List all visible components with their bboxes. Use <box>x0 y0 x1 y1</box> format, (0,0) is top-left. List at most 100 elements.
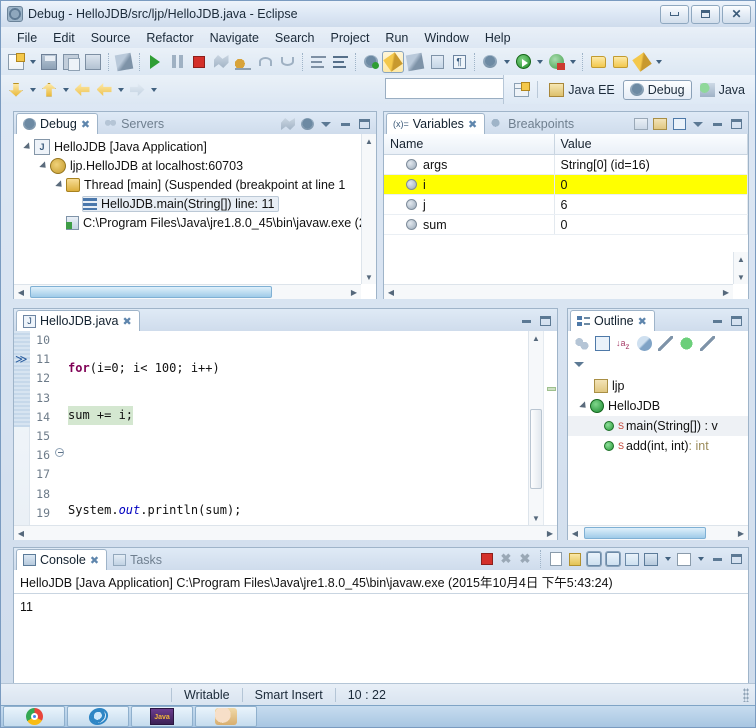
tab-servers[interactable]: Servers <box>98 113 171 134</box>
show-console-on-output-icon[interactable] <box>586 551 602 567</box>
table-row[interactable]: args String[0] (id=16) <box>384 154 748 175</box>
debug-last-launched-icon[interactable] <box>360 51 382 73</box>
menu-file[interactable]: File <box>9 29 45 47</box>
maximize-icon[interactable] <box>537 313 553 329</box>
tree-row-process[interactable]: C:\Program Files\Java\jre1.8.0_45\bin\ja… <box>14 213 376 232</box>
run-dropdown-arrow[interactable] <box>534 51 545 73</box>
scroll-down-arrow[interactable]: ▼ <box>734 270 748 284</box>
terminate-icon[interactable] <box>479 551 495 567</box>
debug-view-extra-icon[interactable] <box>299 116 315 132</box>
editor-marker-ruler[interactable]: ≫ <box>14 331 30 525</box>
previous-annotation-icon[interactable] <box>38 79 60 101</box>
sort-alpha-icon[interactable]: ↓az <box>616 336 631 351</box>
variable-value-cell[interactable]: 0 <box>554 174 748 195</box>
editor-content[interactable]: ≫ 10 11 12 13 14 15 16 17 18 19 20 21 22 <box>14 331 557 539</box>
remove-all-launches-icon[interactable]: ✖ <box>517 551 533 567</box>
tree-row-debug-target[interactable]: ljp.HelloJDB at localhost:60703 <box>14 156 376 175</box>
expand-arrow-icon[interactable] <box>574 402 590 410</box>
open-book-icon[interactable] <box>426 51 448 73</box>
tab-debug[interactable]: Debug ✖ <box>16 113 99 134</box>
tab-variables-close-icon[interactable]: ✖ <box>468 118 477 131</box>
editor-hscrollbar[interactable]: ◀ ▶ <box>14 525 557 540</box>
run-as-icon[interactable] <box>545 51 567 73</box>
column-header-name[interactable]: Name <box>384 134 555 155</box>
tree-row-launch[interactable]: HelloJDB [Java Application] <box>14 137 376 156</box>
outline-hscrollbar[interactable]: ◀ ▶ <box>568 525 748 540</box>
close-button[interactable]: ✕ <box>722 4 751 24</box>
minimize-icon[interactable] <box>709 551 725 567</box>
overview-marker[interactable] <box>547 387 556 391</box>
scroll-up-arrow[interactable]: ▲ <box>529 331 543 345</box>
next-annotation-dropdown-arrow[interactable] <box>27 79 38 101</box>
scroll-left-arrow[interactable]: ◀ <box>384 285 398 299</box>
variables-vscrollbar[interactable]: ▲ ▼ <box>733 252 748 284</box>
step-into-icon[interactable] <box>232 51 254 73</box>
table-row[interactable]: j 6 <box>384 194 748 215</box>
menu-refactor[interactable]: Refactor <box>138 29 201 47</box>
menu-run[interactable]: Run <box>377 29 416 47</box>
quick-access-input[interactable] <box>385 78 505 99</box>
menu-search[interactable]: Search <box>267 29 323 47</box>
display-selected-console-arrow[interactable] <box>662 551 673 567</box>
tab-breakpoints[interactable]: Breakpoints <box>485 113 581 134</box>
tab-outline[interactable]: Outline ✖ <box>570 310 655 331</box>
taskbar-item-internet-explorer[interactable] <box>67 706 129 727</box>
perspective-java[interactable]: Java <box>694 81 751 99</box>
step-over-icon[interactable] <box>254 51 276 73</box>
back-icon[interactable] <box>93 79 115 101</box>
view-menu-icon[interactable] <box>574 362 584 367</box>
collapse-all-icon[interactable] <box>595 336 610 351</box>
last-edit-location-icon[interactable] <box>71 79 93 101</box>
fold-collapse-icon[interactable] <box>55 448 64 457</box>
scroll-right-arrow[interactable]: ▶ <box>734 526 748 540</box>
maximize-icon[interactable] <box>728 551 744 567</box>
hide-fields-icon[interactable] <box>637 336 652 351</box>
tab-hellojdb-java[interactable]: J HelloJDB.java ✖ <box>16 310 140 331</box>
menu-source[interactable]: Source <box>83 29 139 47</box>
menu-window[interactable]: Window <box>416 29 476 47</box>
expand-arrow-icon[interactable] <box>34 162 50 170</box>
tree-row-stack-frame[interactable]: HelloJDB.main(String[]) line: 11 <box>14 194 376 213</box>
taskbar-item-media-player[interactable] <box>195 706 257 727</box>
maximize-icon[interactable] <box>728 313 744 329</box>
taskbar-item-java-ee[interactable]: Java EE <box>131 706 193 727</box>
debug-tree-vscrollbar[interactable]: ▲ ▼ <box>361 134 376 284</box>
debug-tree-hscrollbar[interactable]: ◀ ▶ <box>14 284 361 299</box>
perspective-debug[interactable]: Debug <box>622 79 692 100</box>
sort-members-icon[interactable] <box>574 336 589 351</box>
hscroll-thumb[interactable] <box>30 286 272 298</box>
display-selected-console-icon[interactable] <box>643 551 659 567</box>
outline-item-class[interactable]: HelloJDB <box>568 396 748 416</box>
tab-variables[interactable]: (x)= Variables ✖ <box>386 113 486 134</box>
forward-dropdown-arrow[interactable] <box>148 79 159 101</box>
variable-value-cell[interactable]: String[0] (id=16) <box>554 154 748 175</box>
disconnect-icon[interactable] <box>210 51 232 73</box>
editor-vscrollbar[interactable]: ▲ ▼ <box>528 331 543 525</box>
scroll-right-arrow[interactable]: ▶ <box>543 526 557 540</box>
column-header-value[interactable]: Value <box>554 134 748 155</box>
show-lines-icon[interactable] <box>307 51 329 73</box>
maximize-button[interactable] <box>691 4 720 24</box>
hide-local-icon[interactable] <box>700 336 715 351</box>
show-logical-structure-icon[interactable] <box>633 116 649 132</box>
print-icon[interactable] <box>82 51 104 73</box>
scroll-left-arrow[interactable]: ◀ <box>14 526 28 540</box>
save-all-icon[interactable] <box>60 51 82 73</box>
menu-edit[interactable]: Edit <box>45 29 83 47</box>
tab-outline-close-icon[interactable]: ✖ <box>638 315 647 328</box>
clear-console-icon[interactable] <box>548 551 564 567</box>
scroll-left-arrow[interactable]: ◀ <box>568 526 582 540</box>
console-body[interactable]: HelloJDB [Java Application] C:\Program F… <box>14 570 748 687</box>
tab-tasks[interactable]: Tasks <box>107 549 169 570</box>
scroll-down-arrow[interactable]: ▼ <box>362 270 376 284</box>
tab-console-close-icon[interactable]: ✖ <box>90 554 99 567</box>
scroll-up-arrow[interactable]: ▲ <box>734 252 748 266</box>
run-as-dropdown-arrow[interactable] <box>567 51 578 73</box>
toggle-mark-occurrences-icon[interactable] <box>113 51 135 73</box>
expand-all-icon[interactable] <box>652 116 668 132</box>
outline-item-main-method[interactable]: S main(String[]) : v <box>568 416 748 436</box>
remove-launch-icon[interactable]: ✖ <box>498 551 514 567</box>
minimize-icon[interactable] <box>518 313 534 329</box>
new-dropdown-arrow[interactable] <box>27 51 38 73</box>
open-resource-icon[interactable] <box>609 51 631 73</box>
